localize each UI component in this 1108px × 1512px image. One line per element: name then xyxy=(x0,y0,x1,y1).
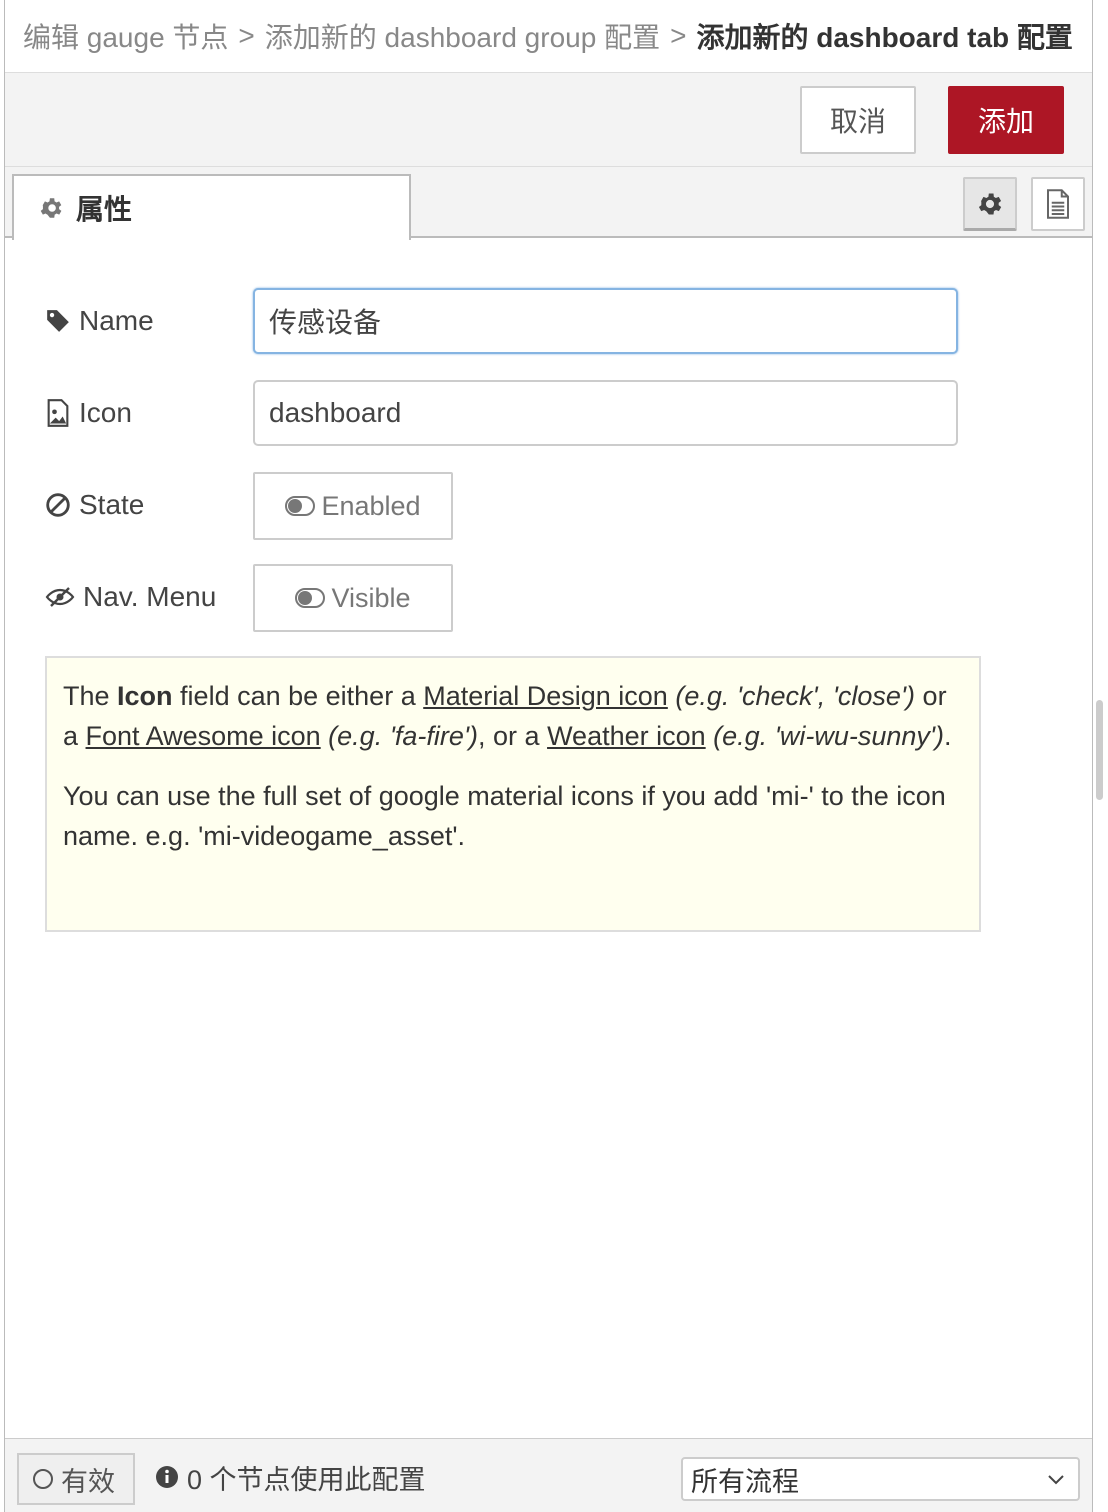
usage-count: 0 个节点使用此配置 xyxy=(155,1457,426,1497)
chevron-down-icon xyxy=(1048,1475,1064,1485)
scope-select[interactable]: 所有流程 xyxy=(681,1457,1080,1501)
help-tip-box: The Icon field can be either a Material … xyxy=(45,656,981,932)
circle-icon xyxy=(33,1469,53,1489)
breadcrumb: 编辑 gauge 节点 > 添加新的 dashboard group 配置 > … xyxy=(5,0,1092,73)
tab-properties[interactable]: 属性 xyxy=(12,174,411,240)
tab-properties-label: 属性 xyxy=(76,194,133,225)
font-awesome-link[interactable]: Font Awesome icon xyxy=(86,721,321,751)
tray-footer: 有效 0 个节点使用此配置 所有流程 xyxy=(5,1438,1092,1512)
settings-tab-button[interactable] xyxy=(963,177,1017,231)
icon-label: Icon xyxy=(45,380,245,446)
info-icon xyxy=(156,1466,178,1488)
weather-icon-link[interactable]: Weather icon xyxy=(547,721,706,751)
ban-icon xyxy=(46,493,70,517)
tray-toolbar: 取消 添加 xyxy=(5,73,1092,167)
help-paragraph-1: The Icon field can be either a Material … xyxy=(63,681,952,751)
eye-slash-icon xyxy=(45,587,75,607)
gear-icon xyxy=(40,198,62,218)
material-design-link[interactable]: Material Design icon xyxy=(423,681,668,711)
breadcrumb-separator: > xyxy=(238,20,255,51)
name-label: Name xyxy=(45,288,245,354)
edit-tray: 编辑 gauge 节点 > 添加新的 dashboard group 配置 > … xyxy=(4,0,1093,1512)
help-paragraph-2: You can use the full set of google mater… xyxy=(63,781,946,851)
breadcrumb-item-group[interactable]: 添加新的 dashboard group 配置 xyxy=(265,16,660,56)
scrollbar-thumb[interactable] xyxy=(1096,700,1103,800)
image-icon xyxy=(47,399,69,427)
breadcrumb-current: 添加新的 dashboard tab 配置 xyxy=(696,22,1073,53)
state-label: State xyxy=(45,472,245,538)
cancel-button[interactable]: 取消 xyxy=(800,86,916,154)
breadcrumb-item-gauge[interactable]: 编辑 gauge 节点 xyxy=(23,16,228,56)
nav-menu-label: Nav. Menu xyxy=(45,564,245,630)
toggle-icon xyxy=(295,588,326,608)
add-button[interactable]: 添加 xyxy=(948,86,1064,154)
tab-bar: 属性 xyxy=(5,167,1092,240)
document-icon xyxy=(1047,189,1069,219)
icon-input[interactable]: dashboard xyxy=(253,380,958,446)
breadcrumb-separator: > xyxy=(670,20,687,51)
gear-icon xyxy=(978,193,1002,214)
tag-icon xyxy=(47,310,69,332)
description-tab-button[interactable] xyxy=(1031,177,1085,231)
name-input[interactable]: 传感设备 xyxy=(253,288,958,354)
state-toggle-button[interactable]: Enabled xyxy=(253,472,453,540)
valid-toggle-button[interactable]: 有效 xyxy=(17,1453,135,1505)
toggle-icon xyxy=(285,496,316,516)
nav-menu-toggle-button[interactable]: Visible xyxy=(253,564,453,632)
